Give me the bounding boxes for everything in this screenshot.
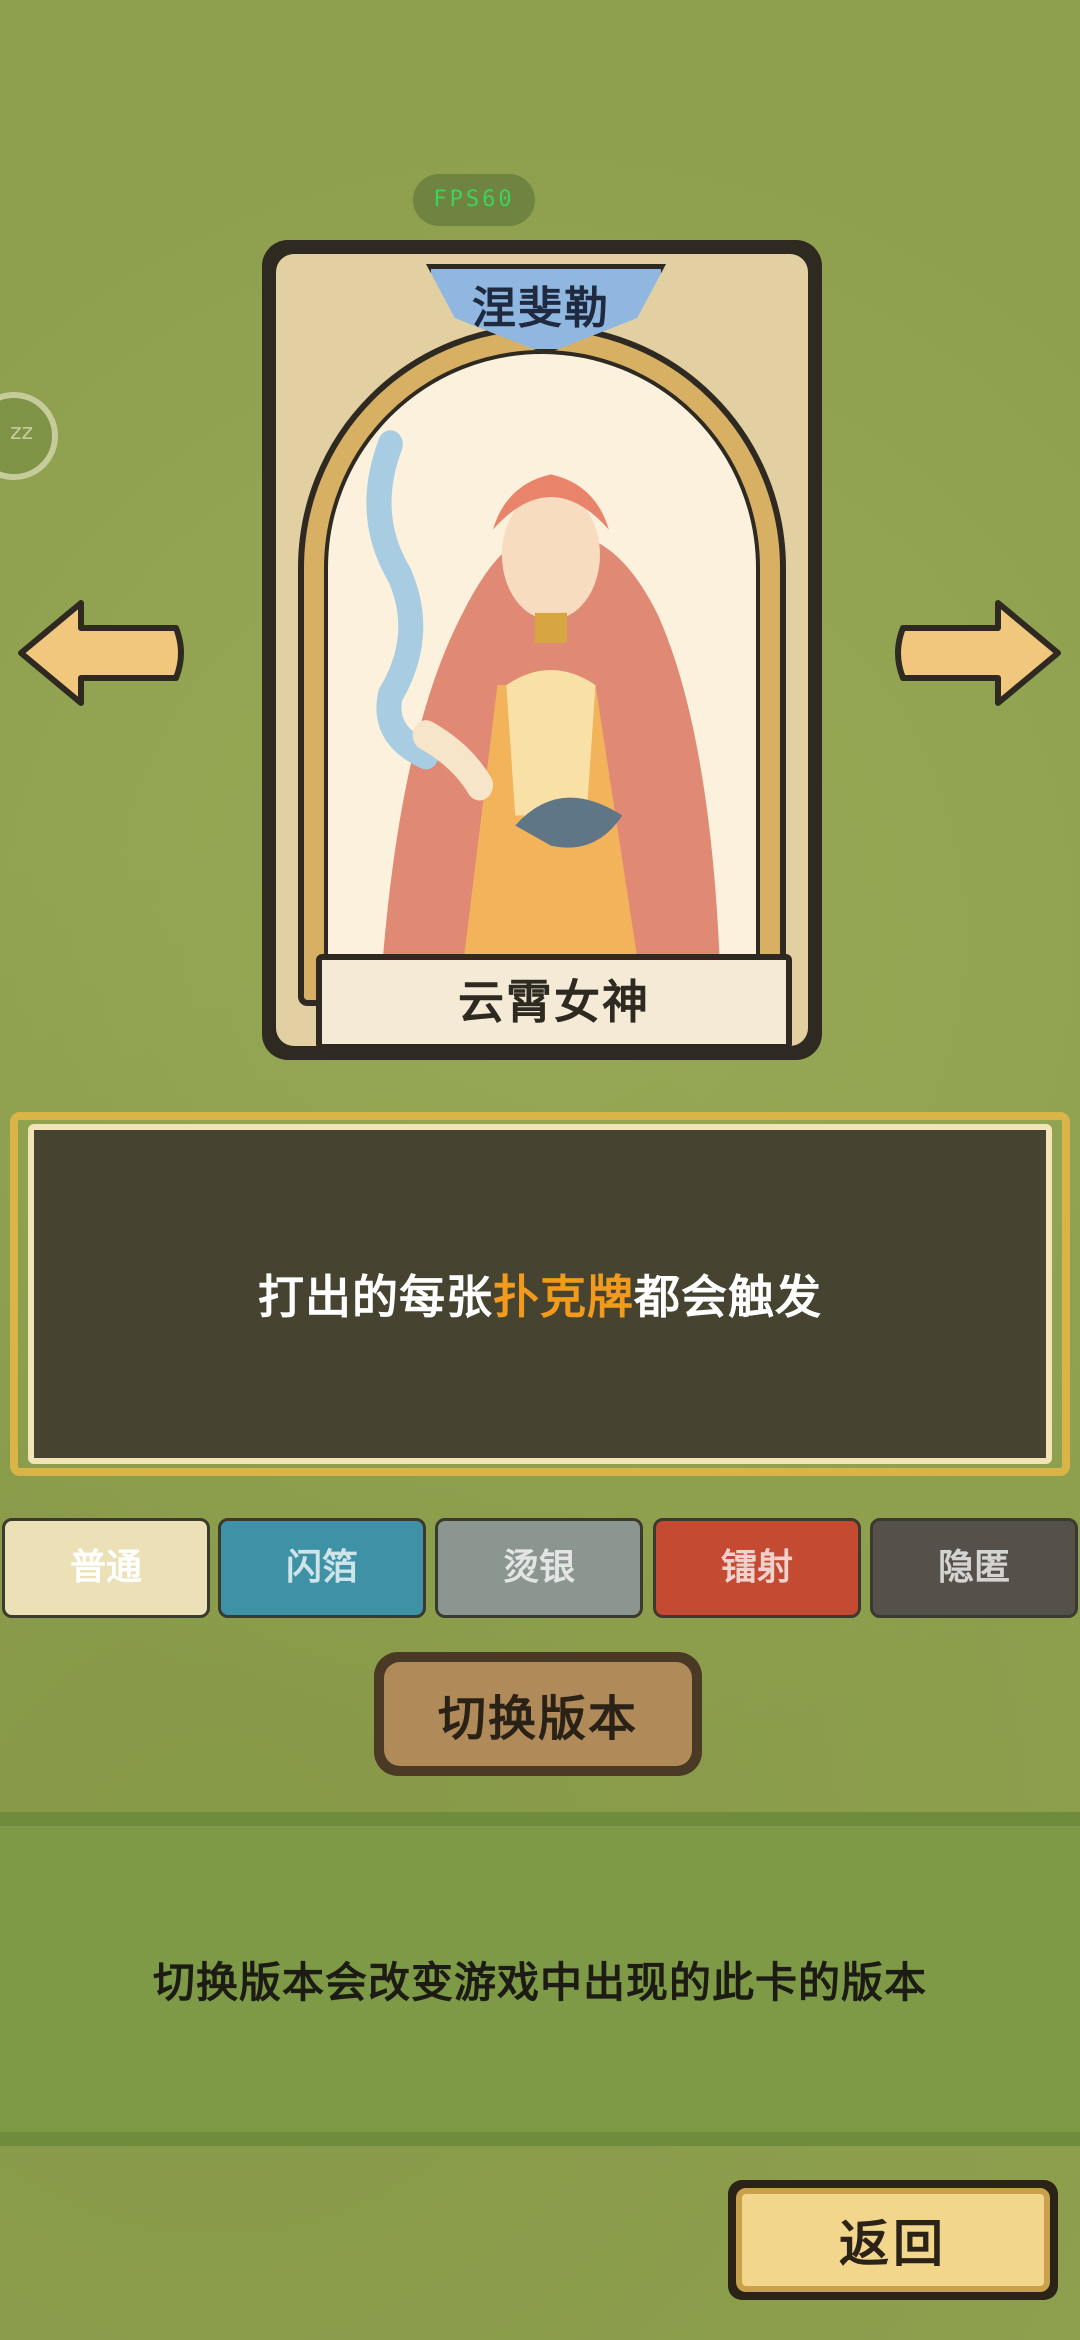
card-title: 涅斐勒 [472,283,610,334]
description-highlight: 扑克牌 [493,1270,634,1324]
edition-hidden-button[interactable]: 隐匿 [870,1518,1078,1618]
description-text: 打出的每张 扑克牌 都会触发 [34,1130,1046,1458]
side-badge-text: zz [10,420,34,445]
card-border: 涅斐勒 云霄女神 [262,240,822,1060]
description-suffix: 都会触发 [634,1270,822,1324]
card-name-ribbon: 云霄女神 [316,954,792,1046]
description-body: 打出的每张 扑克牌 都会触发 [28,1124,1052,1464]
previous-card-button[interactable] [16,598,186,708]
card-arch-frame [298,324,786,1006]
switch-version-label: 切换版本 [384,1662,692,1766]
description-panel: 打出的每张 扑克牌 都会触发 [0,1104,1080,1484]
card-face: 涅斐勒 云霄女神 [276,254,808,1046]
edition-normal-button[interactable]: 普通 [2,1518,210,1618]
fps-counter: FPS60 [413,174,535,226]
arrow-right-icon [895,600,1061,706]
description-prefix: 打出的每张 [258,1270,493,1324]
edition-silver-button[interactable]: 烫银 [435,1518,643,1618]
next-card-button[interactable] [893,598,1063,708]
card-art [324,350,760,980]
switch-version-button[interactable]: 切换版本 [374,1652,702,1776]
joker-card: 涅斐勒 云霄女神 [262,240,822,1060]
info-text: 切换版本会改变游戏中出现的此卡的版本 [152,1957,927,2007]
card-name: 云霄女神 [458,975,650,1029]
arrow-left-icon [18,600,184,706]
info-band: 切换版本会改变游戏中出现的此卡的版本 [0,1812,1080,2146]
back-button-label: 返回 [736,2188,1050,2292]
goddess-portrait-icon [366,430,721,976]
edition-selector: 普通 闪箔 烫银 镭射 隐匿 [0,1518,1080,1620]
edition-foil-button[interactable]: 闪箔 [218,1518,426,1618]
edition-laser-button[interactable]: 镭射 [653,1518,861,1618]
back-button[interactable]: 返回 [728,2180,1058,2300]
